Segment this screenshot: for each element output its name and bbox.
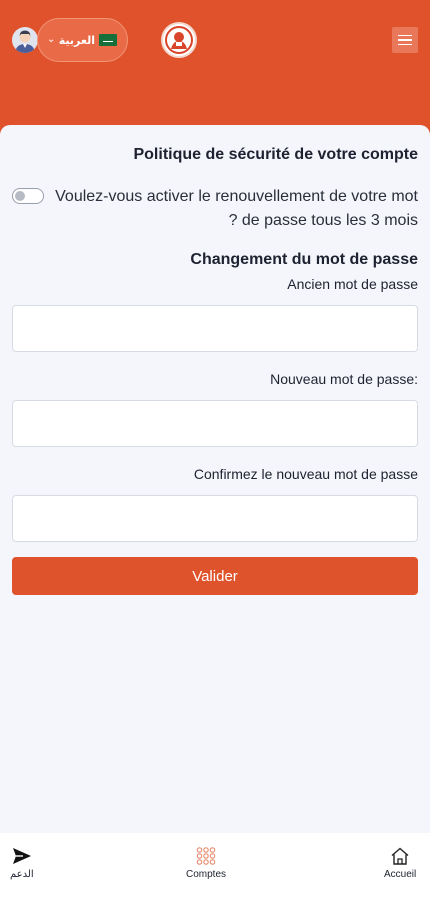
nav-label-support: الدعم xyxy=(10,869,34,880)
nav-item-support[interactable]: الدعم xyxy=(10,847,34,880)
security-settings-card: Politique de sécurité de votre compte Vo… xyxy=(0,125,430,833)
nav-item-accounts[interactable]: Comptes xyxy=(186,847,226,880)
new-password-input[interactable] xyxy=(12,400,418,447)
old-password-input[interactable] xyxy=(12,305,418,352)
language-label: العربية xyxy=(58,34,95,47)
bottom-navigation: الدعم Comptes Accueil xyxy=(0,833,430,900)
nav-label-accounts: Comptes xyxy=(186,869,227,880)
new-password-label: Nouveau mot de passe: xyxy=(270,371,418,387)
language-selector[interactable]: ⌄ العربية xyxy=(37,18,128,62)
chevron-down-icon: ⌄ xyxy=(47,34,56,45)
password-change-title: Changement du mot de passe xyxy=(190,251,418,268)
paper-plane-icon xyxy=(12,848,31,864)
confirm-password-input[interactable] xyxy=(12,495,418,542)
password-renewal-label: Voulez-vous activer le renouvellement de… xyxy=(55,188,418,229)
security-policy-title: Politique de sécurité de votre compte xyxy=(133,146,418,163)
hamburger-menu-icon[interactable] xyxy=(392,27,418,53)
old-password-label: Ancien mot de passe xyxy=(287,276,418,292)
home-icon xyxy=(391,847,409,865)
nav-label-home: Accueil xyxy=(384,869,417,880)
nav-item-home[interactable]: Accueil xyxy=(384,847,416,880)
password-renewal-toggle[interactable] xyxy=(12,188,44,204)
confirm-password-label: Confirmez le nouveau mot de passe xyxy=(193,466,418,482)
validate-button[interactable]: Valider xyxy=(12,557,418,595)
grid-dots-icon xyxy=(196,847,216,865)
brand-logo-icon[interactable] xyxy=(161,22,197,58)
user-avatar-icon[interactable] xyxy=(12,27,38,53)
saudi-flag-icon xyxy=(99,34,117,46)
